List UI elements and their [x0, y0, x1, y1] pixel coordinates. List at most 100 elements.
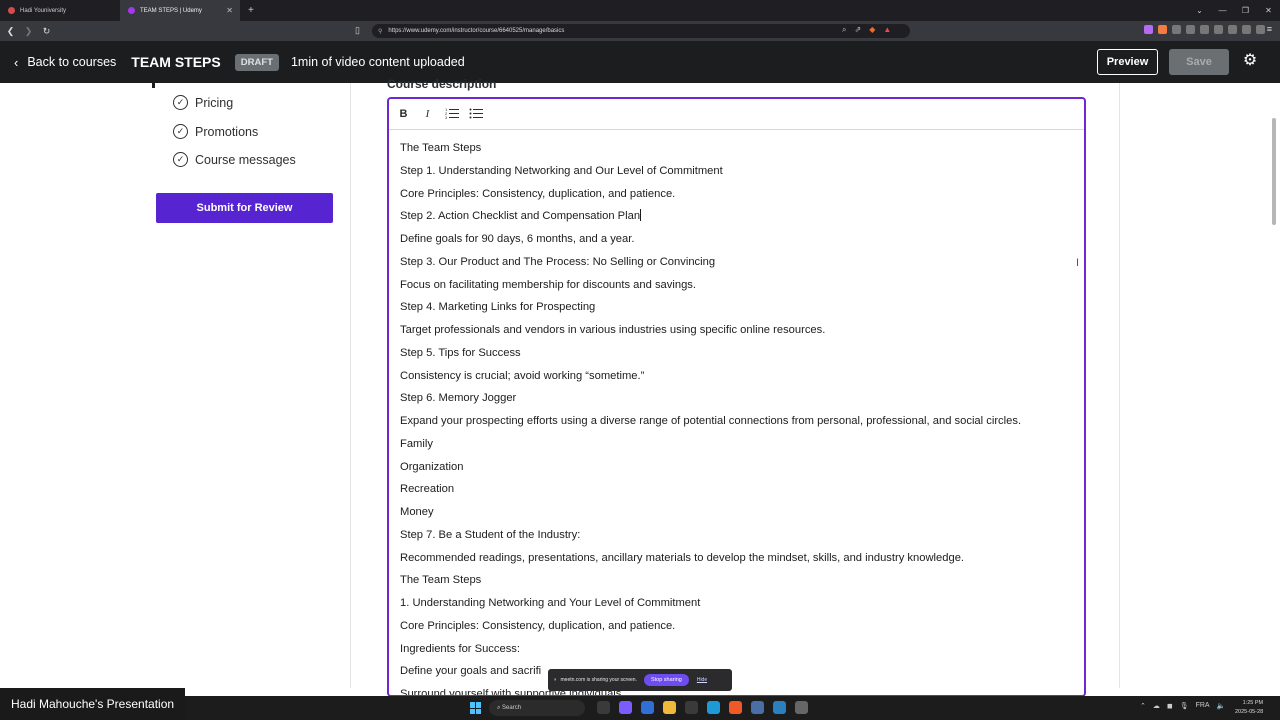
- taskbar-search[interactable]: ⌕ Search: [489, 700, 585, 716]
- course-description-label: Course description: [387, 77, 497, 91]
- bold-icon[interactable]: B: [396, 107, 411, 122]
- outlook-icon[interactable]: [641, 701, 654, 714]
- file-explorer-icon[interactable]: [663, 701, 676, 714]
- description-line: Consistency is crucial; avoid working “s…: [400, 369, 645, 382]
- description-line: Ingredients for Success:: [400, 642, 521, 655]
- new-tab-icon[interactable]: +: [240, 5, 262, 16]
- ordered-list-icon[interactable]: 123: [444, 107, 459, 122]
- settings-icon[interactable]: [795, 701, 808, 714]
- minimize-icon[interactable]: —: [1211, 0, 1234, 21]
- speaker-icon[interactable]: 🔈: [1217, 702, 1226, 710]
- close-window-icon[interactable]: ✕: [1257, 0, 1280, 21]
- description-line: 1. Understanding Networking and Your Lev…: [400, 597, 701, 609]
- drag-handle-icon[interactable]: ⏸: [554, 677, 557, 683]
- description-line: Step 3. Our Product and The Process: No …: [400, 255, 716, 268]
- close-tab-icon[interactable]: ✕: [226, 6, 233, 15]
- zoom-icon[interactable]: ⌕: [842, 25, 846, 35]
- hide-link[interactable]: Hide: [697, 677, 707, 683]
- app-tray-icon[interactable]: ◼: [1167, 702, 1173, 710]
- language-indicator[interactable]: FRA: [1196, 702, 1210, 710]
- url-text: https://www.udemy.com/instructor/course/…: [388, 28, 565, 34]
- description-line: Step 4. Marketing Links for Prospecting: [400, 301, 596, 314]
- shield-icon[interactable]: ◆: [869, 25, 875, 35]
- site-info-icon[interactable]: ⚲: [378, 28, 382, 35]
- brave-icon[interactable]: [729, 701, 742, 714]
- share-icon[interactable]: ⇗: [854, 25, 861, 35]
- bookmark-icon[interactable]: ▯: [355, 25, 360, 36]
- text-cursor-icon: I: [1076, 257, 1080, 269]
- description-line: Step 5. Tips for Success: [400, 346, 521, 359]
- sidebar-item-label: Course messages: [195, 152, 296, 167]
- clock[interactable]: 1:25 PM 2025-05-28: [1235, 699, 1263, 717]
- extension-icon[interactable]: [1228, 25, 1237, 34]
- microphone-icon[interactable]: 🎙: [1180, 702, 1189, 710]
- download-icon[interactable]: [1186, 25, 1195, 34]
- task-view-icon[interactable]: [597, 701, 610, 714]
- sidebar-icon[interactable]: [1200, 25, 1209, 34]
- wallet-icon[interactable]: [1214, 25, 1223, 34]
- app-icon[interactable]: [773, 701, 786, 714]
- sidebar-item-pricing[interactable]: ✓ Pricing: [173, 95, 233, 110]
- chevron-down-icon[interactable]: ⌄: [1188, 0, 1211, 21]
- bullet-list-icon[interactable]: [468, 107, 483, 122]
- chevron-up-icon[interactable]: ⌃: [1140, 702, 1146, 710]
- profile-icon[interactable]: [1256, 25, 1265, 34]
- italic-icon[interactable]: I: [420, 107, 435, 122]
- url-actions: ⌕ ⇗ ◆ ▲: [842, 25, 891, 35]
- share-message: meetn.com is sharing your screen.: [560, 677, 637, 683]
- stop-sharing-button[interactable]: Stop sharing: [643, 674, 689, 686]
- tab-label: Hadi Youniversity: [20, 7, 67, 14]
- site-favicon-icon: [8, 7, 15, 14]
- description-line: Core Principles: Consistency, duplicatio…: [400, 187, 676, 200]
- extension-icon[interactable]: [1158, 25, 1167, 34]
- window-controls: ⌄ — ❐ ✕: [1188, 0, 1280, 21]
- back-to-courses-link[interactable]: ‹ Back to courses: [14, 55, 116, 70]
- extension-icon[interactable]: [1144, 25, 1153, 34]
- chevron-left-icon: ‹: [14, 54, 19, 70]
- vpn-icon[interactable]: [1242, 25, 1251, 34]
- description-line: Step 2. Action Checklist and Compensatio…: [400, 209, 642, 223]
- store-icon[interactable]: [685, 701, 698, 714]
- presenter-label: Hadi Mahouche's Presentation: [0, 688, 185, 720]
- extensions-area: [1144, 25, 1265, 34]
- browser-tab-active[interactable]: TEAM STEPS | Udemy ✕: [120, 0, 240, 21]
- description-line: Recommended readings, presentations, anc…: [400, 551, 965, 564]
- time: 1:25 PM: [1242, 700, 1264, 706]
- date: 2025-05-28: [1235, 709, 1264, 715]
- sidebar-item-course-messages[interactable]: ✓ Course messages: [173, 152, 296, 167]
- description-line: Focus on facilitating membership for dis…: [400, 278, 696, 291]
- browser-menu-icon[interactable]: ≡: [1267, 24, 1272, 34]
- forward-arrow-icon[interactable]: ❯: [21, 26, 36, 37]
- tab-label: TEAM STEPS | Udemy: [140, 7, 202, 14]
- editor-toolbar: B I 123: [389, 99, 1084, 130]
- windows-start-icon[interactable]: [470, 702, 482, 714]
- course-header: ‹ Back to courses TEAM STEPS DRAFT 1min …: [0, 41, 1280, 83]
- url-field[interactable]: ⚲ https://www.udemy.com/instructor/cours…: [372, 24, 910, 38]
- submit-for-review-button[interactable]: Submit for Review: [156, 193, 333, 223]
- rewards-icon[interactable]: ▲: [883, 25, 891, 35]
- restore-icon[interactable]: ❐: [1234, 0, 1257, 21]
- edge-icon[interactable]: [707, 701, 720, 714]
- description-line: Define your goals and sacrifi: [400, 665, 542, 678]
- check-circle-icon: ✓: [173, 95, 188, 110]
- description-line: Core Principles: Consistency, duplicatio…: [400, 619, 676, 632]
- app-icon[interactable]: [751, 701, 764, 714]
- app-icon[interactable]: [619, 701, 632, 714]
- sidebar-item-promotions[interactable]: ✓ Promotions: [173, 124, 258, 139]
- browser-tab[interactable]: Hadi Youniversity: [0, 0, 120, 21]
- reload-icon[interactable]: ↻: [39, 26, 54, 37]
- sidebar-item-label: Pricing: [195, 95, 234, 110]
- description-line: Step 7. Be a Student of the Industry:: [400, 528, 581, 541]
- taskbar: ⌕ Search ⌃ ☁ ◼ 🎙 FRA 🔈 1:25 PM 2025-05-2…: [185, 696, 1280, 720]
- gear-icon[interactable]: ⚙: [1241, 51, 1259, 71]
- description-editor[interactable]: B I 123 The Team Steps Step 1. Understand…: [387, 97, 1086, 697]
- page-scrollbar[interactable]: [1272, 118, 1276, 225]
- save-button[interactable]: Save: [1169, 49, 1229, 75]
- extension-icon[interactable]: [1172, 25, 1181, 34]
- preview-button[interactable]: Preview: [1097, 49, 1158, 75]
- cloud-icon[interactable]: ☁: [1153, 702, 1160, 710]
- browser-tab-strip: Hadi Youniversity TEAM STEPS | Udemy ✕ +…: [0, 0, 1280, 21]
- editor-content[interactable]: The Team Steps Step 1. Understanding Netw…: [389, 130, 1084, 695]
- back-arrow-icon[interactable]: ❮: [3, 26, 18, 37]
- sidebar-item-label: Promotions: [195, 124, 259, 139]
